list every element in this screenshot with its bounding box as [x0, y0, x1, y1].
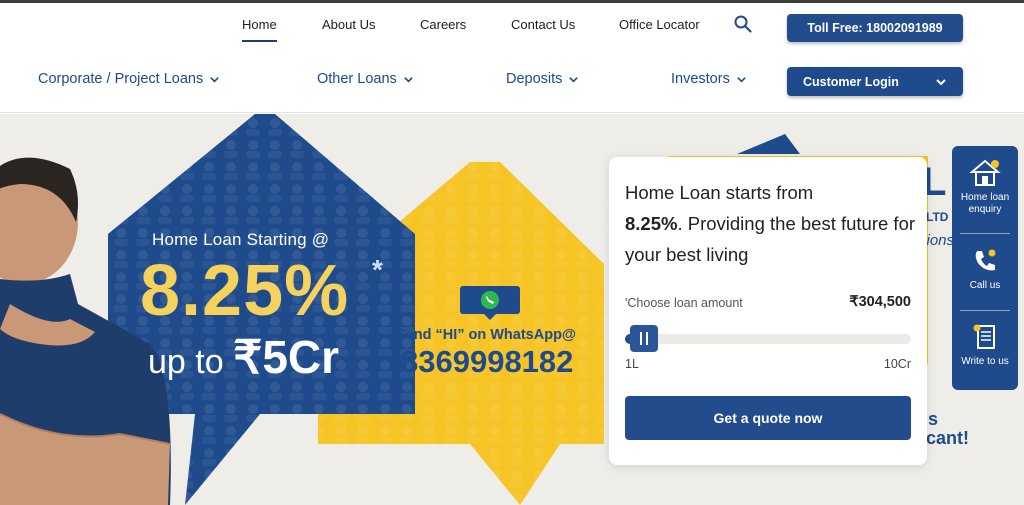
slider-min-label: 1L	[625, 357, 639, 371]
nav-other-loans-label: Other Loans	[317, 71, 397, 87]
background-ltd: LTD	[926, 210, 949, 224]
banner-upto: up to ₹5Cr	[148, 330, 339, 384]
loan-amount-label: 'Choose loan amount	[625, 296, 743, 310]
loan-amount-slider-track[interactable]	[625, 334, 911, 344]
nav-about-us[interactable]: About Us	[322, 17, 375, 32]
headline-rate: 8.25%	[625, 213, 678, 234]
chevron-down-icon	[936, 78, 946, 85]
loan-quote-card: Home Loan starts from 8.25%. Providing t…	[609, 157, 927, 465]
whatsapp-icon	[460, 286, 520, 320]
document-icon	[973, 324, 995, 349]
write-to-us-label: Write to us	[961, 356, 1009, 367]
site-header: Home About Us Careers Contact Us Office …	[0, 3, 1024, 113]
banner-starting-text: Home Loan Starting @	[152, 230, 330, 249]
customer-login-dropdown[interactable]: Customer Login	[787, 67, 963, 96]
chevron-down-icon	[737, 76, 746, 83]
search-icon[interactable]	[734, 15, 752, 33]
chevron-down-icon	[404, 76, 413, 83]
loan-amount-value: ₹304,500	[849, 294, 911, 310]
nav-deposits[interactable]: Deposits	[506, 71, 579, 87]
nav-contact-us[interactable]: Contact Us	[511, 17, 575, 32]
side-divider	[960, 310, 1010, 311]
chevron-down-icon	[569, 76, 579, 83]
home-loan-enquiry-label: Home loan enquiry	[960, 192, 1010, 215]
call-us-label: Call us	[969, 280, 1001, 291]
background-text-1: s	[928, 409, 939, 429]
background-text-2: cant!	[926, 428, 970, 448]
write-to-us-button[interactable]: Write to us	[952, 322, 1018, 368]
side-divider	[960, 233, 1010, 234]
nav-investors-label: Investors	[671, 71, 730, 87]
banner-rate: 8.25%	[140, 251, 350, 331]
banner-asterisk: *	[372, 254, 383, 285]
loan-amount-slider-handle[interactable]	[630, 325, 659, 352]
banner-amount: ₹5Cr	[233, 331, 340, 383]
nav-other-loans[interactable]: Other Loans	[317, 71, 414, 87]
nav-deposits-label: Deposits	[506, 71, 563, 87]
call-us-button[interactable]: Call us	[952, 246, 1018, 292]
house-icon	[969, 159, 1001, 186]
home-loan-enquiry-button[interactable]: Home loan enquiry	[952, 158, 1018, 216]
get-quote-button[interactable]: Get a quote now	[625, 396, 911, 440]
nav-home[interactable]: Home	[242, 17, 277, 42]
phone-icon	[975, 249, 996, 271]
whatsapp-send-text: Send “HI” on WhatsApp@	[396, 327, 577, 343]
nav-careers[interactable]: Careers	[420, 17, 466, 32]
banner-upto-label: up to	[148, 343, 224, 381]
quote-headline: Home Loan starts from 8.25%. Providing t…	[625, 177, 920, 270]
side-quick-actions: Home loan enquiry Call us Write to us	[952, 146, 1018, 390]
chevron-down-icon	[210, 76, 219, 83]
whatsapp-number: 8369998182	[401, 344, 574, 379]
headline-part-1: Home Loan starts from	[625, 182, 814, 203]
customer-login-label: Customer Login	[803, 74, 899, 89]
slider-max-label: 10Cr	[883, 357, 911, 371]
nav-investors[interactable]: Investors	[671, 71, 747, 87]
nav-corporate-loans[interactable]: Corporate / Project Loans	[38, 71, 220, 87]
nav-office-locator[interactable]: Office Locator	[619, 17, 700, 32]
nav-corporate-loans-label: Corporate / Project Loans	[38, 71, 204, 87]
toll-free-button[interactable]: Toll Free: 18002091989	[787, 14, 963, 42]
